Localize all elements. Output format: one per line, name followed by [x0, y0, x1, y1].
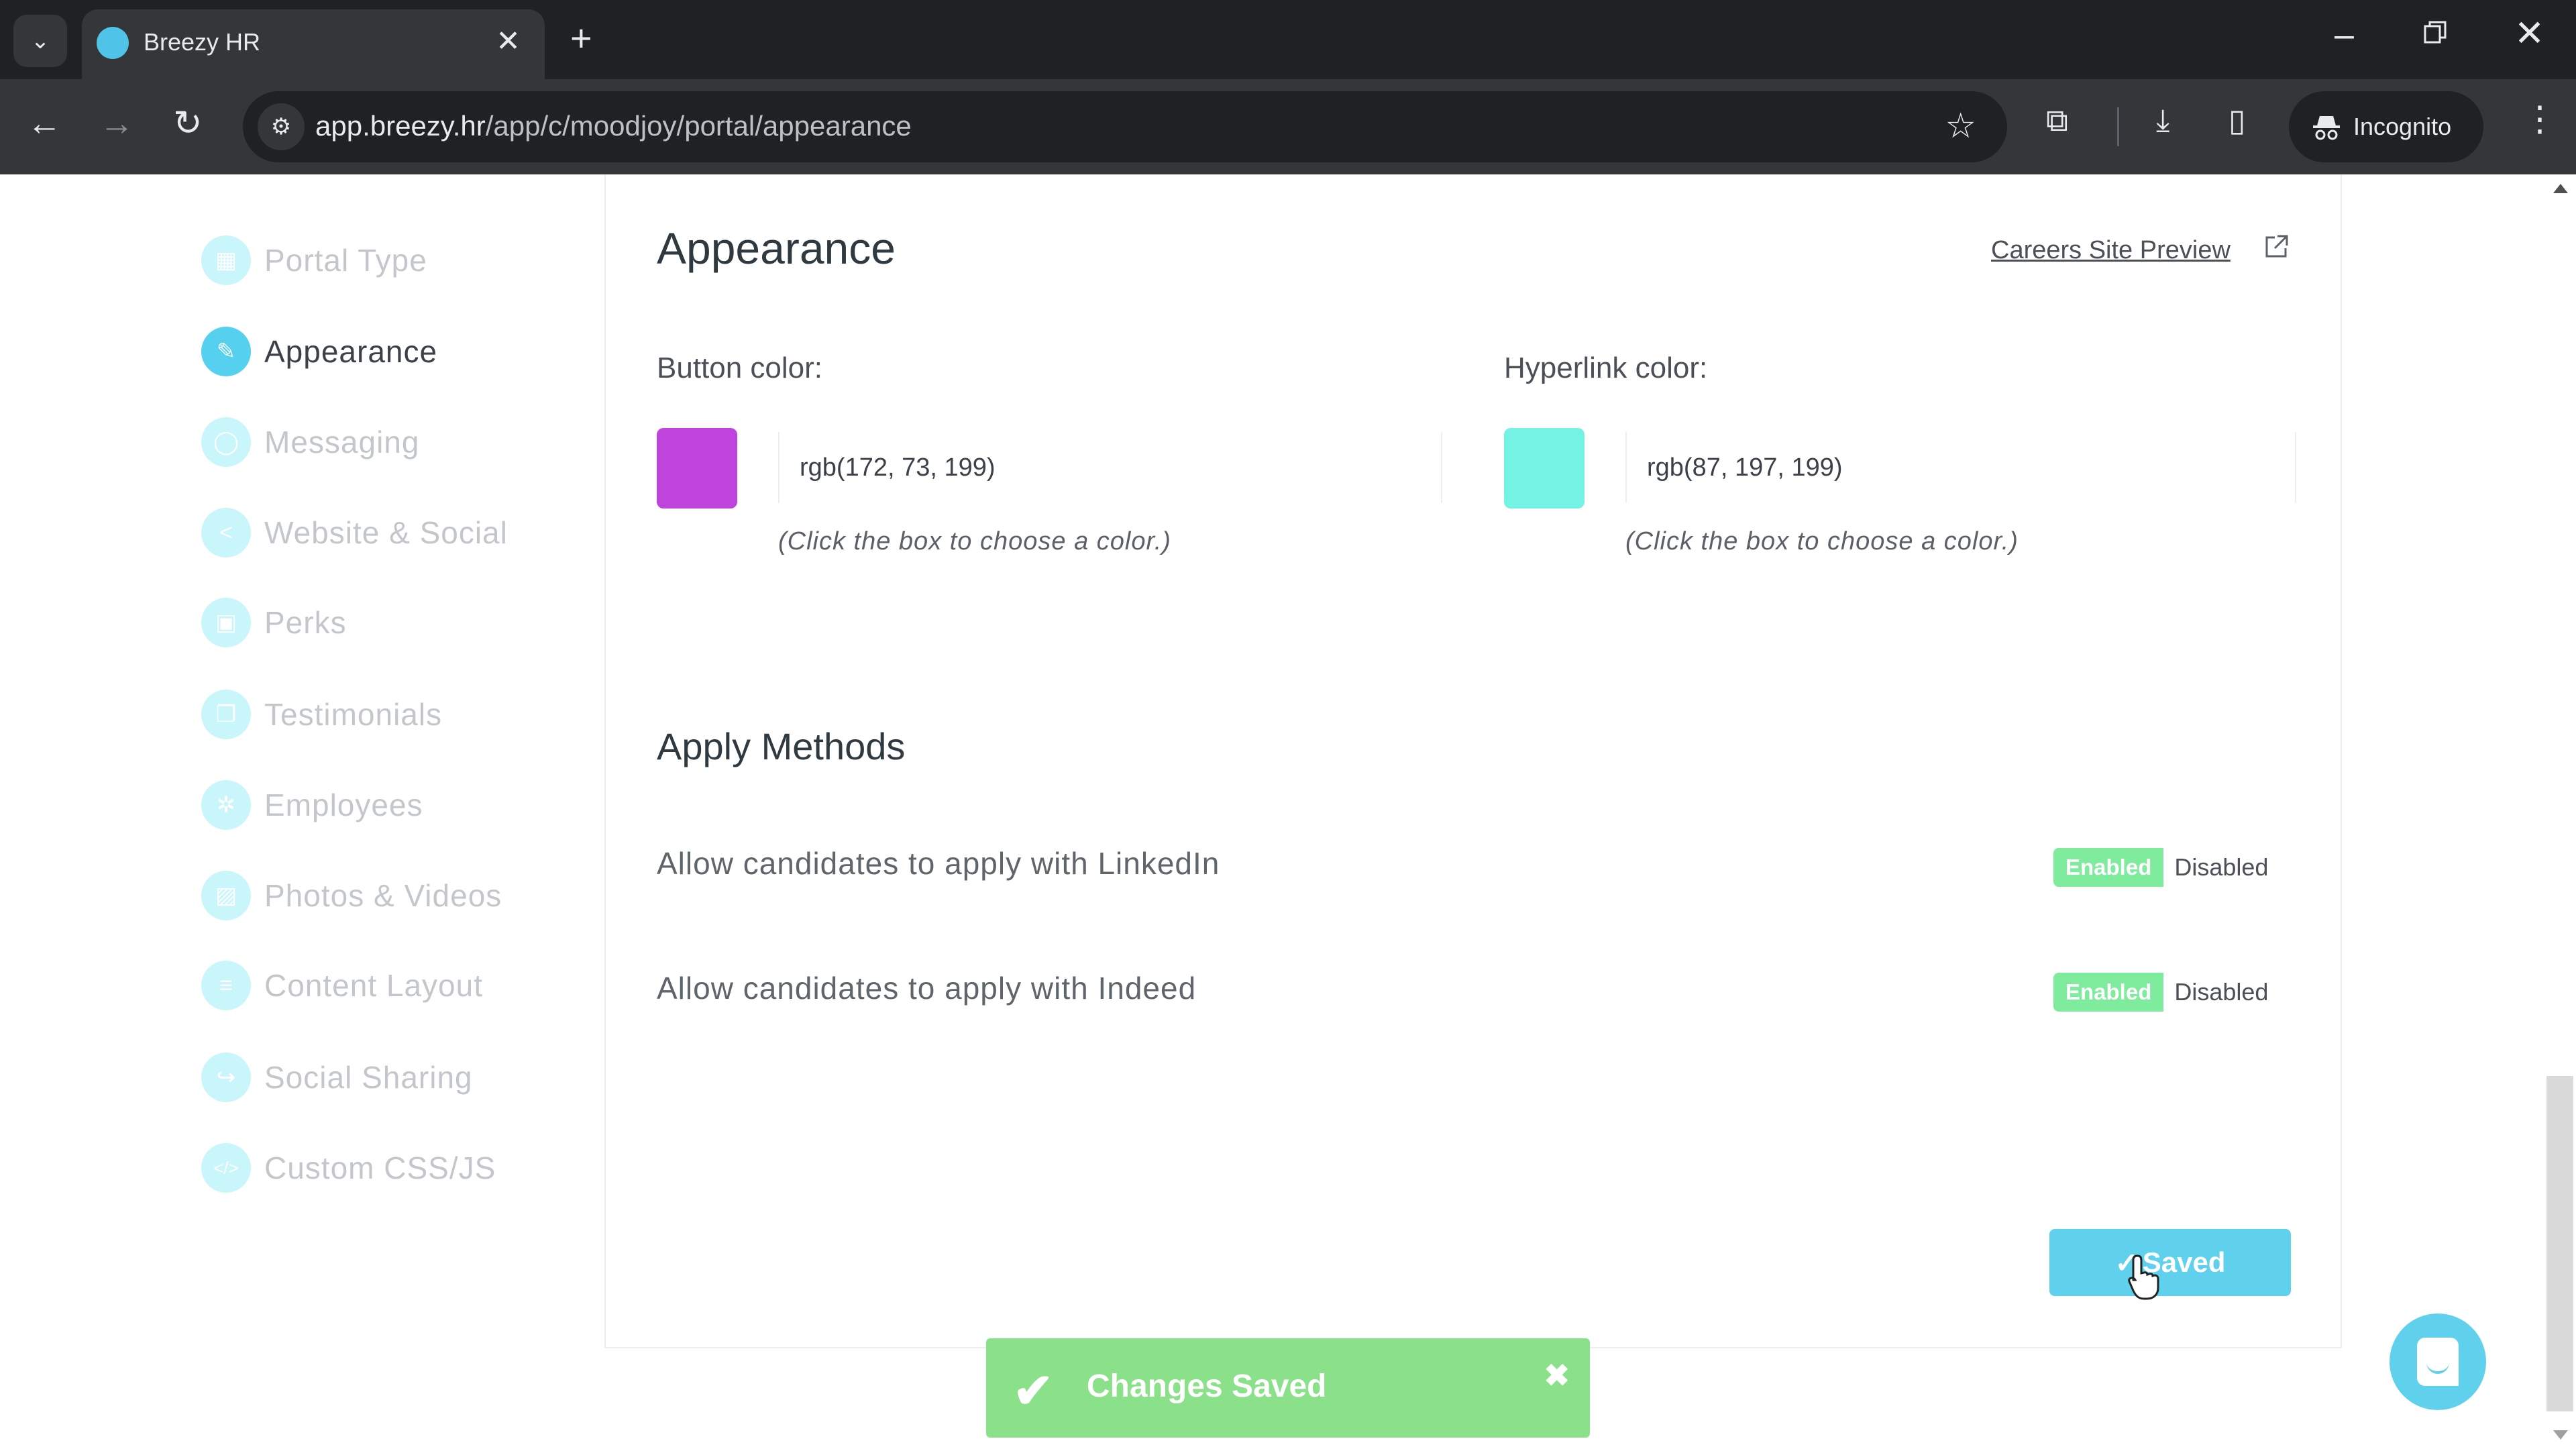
- apply-methods-heading: Apply Methods: [657, 725, 906, 767]
- puzzle-icon[interactable]: ⧉: [2046, 102, 2068, 140]
- sidebar-item-label: Content Layout: [264, 968, 484, 1003]
- more-vert-icon[interactable]: ⋮: [2522, 99, 2557, 140]
- arrow-right-icon[interactable]: →: [99, 103, 134, 144]
- sidebar-item-appearance[interactable]: ✎ Appearance: [201, 325, 437, 378]
- page-scrollbar[interactable]: [2544, 174, 2576, 1449]
- disabled-option[interactable]: Disabled: [2174, 978, 2268, 1006]
- close-icon[interactable]: ✖: [1544, 1357, 1570, 1393]
- sidebar-item-label: Photos & Videos: [264, 878, 502, 913]
- browser-tab-bar: ⌄ Breezy HR ✕ + – ✕: [0, 0, 2576, 79]
- sidebar-item-portal-type[interactable]: ▦ Portal Type: [201, 233, 427, 287]
- site-info-glyph: ⚙: [270, 114, 292, 140]
- star-icon[interactable]: ☆: [1945, 106, 1976, 146]
- hyperlink-color-input[interactable]: rgb(87, 197, 199): [1625, 432, 2296, 503]
- chat-icon: ◯: [201, 417, 251, 467]
- side-panel-icon[interactable]: ▯: [2229, 102, 2245, 138]
- hyperlink-color-swatch[interactable]: [1504, 428, 1585, 508]
- share-icon: <: [201, 508, 251, 557]
- page-title: Appearance: [657, 223, 896, 273]
- changes-saved-toast: ✔ Changes Saved ✖: [986, 1338, 1590, 1438]
- external-link-icon[interactable]: [2263, 233, 2290, 260]
- button-color-value: rgb(172, 73, 199): [800, 453, 996, 482]
- browser-tab[interactable]: Breezy HR ✕: [82, 9, 545, 79]
- url-text[interactable]: app.breezy.hr/app/c/moodjoy/portal/appea…: [315, 110, 912, 142]
- sidebar-item-perks[interactable]: ▣ Perks: [201, 596, 347, 649]
- apply-indeed-label: Allow candidates to apply with Indeed: [657, 971, 1197, 1006]
- close-icon[interactable]: ✕: [496, 24, 521, 58]
- sidebar-item-website-social[interactable]: < Website & Social: [201, 506, 508, 559]
- chat-launcher-button[interactable]: [2390, 1313, 2486, 1410]
- url-host: app.breezy.hr: [315, 110, 486, 142]
- saved-button[interactable]: ✓ Saved: [2049, 1229, 2291, 1296]
- gift-icon: ▣: [201, 598, 251, 647]
- table-icon: ▦: [201, 235, 251, 285]
- button-color-swatch[interactable]: [657, 428, 737, 508]
- hyperlink-color-label: Hyperlink color:: [1504, 352, 1708, 384]
- toolbar-divider: [2117, 107, 2119, 146]
- check-icon: ✔: [1013, 1364, 1054, 1418]
- sidebar-item-photos-videos[interactable]: ▨ Photos & Videos: [201, 869, 502, 922]
- page-content: ▦ Portal Type ✎ Appearance ◯ Messaging <…: [0, 174, 2576, 1449]
- comments-icon: ❐: [201, 690, 251, 739]
- sidebar-item-label: Website & Social: [264, 515, 508, 550]
- sidebar-item-label: Portal Type: [264, 243, 427, 278]
- disabled-option[interactable]: Disabled: [2174, 853, 2268, 881]
- sidebar-item-label: Custom CSS/JS: [264, 1150, 496, 1185]
- apply-linkedin-toggle: Enabled Disabled: [2053, 848, 2268, 887]
- sidebar-item-label: Employees: [264, 788, 423, 822]
- minimize-icon[interactable]: –: [2334, 15, 2354, 55]
- chat-icon: [2417, 1338, 2459, 1386]
- url-path: /app/c/moodjoy/portal/appearance: [485, 110, 912, 142]
- scroll-up-arrow-icon[interactable]: [2553, 184, 2568, 193]
- toast-message: Changes Saved: [1087, 1368, 1327, 1404]
- scrollbar-thumb[interactable]: [2546, 1076, 2573, 1411]
- restore-icon[interactable]: [2423, 20, 2447, 44]
- sidebar-item-employees[interactable]: ✲ Employees: [201, 778, 423, 832]
- sidebar-item-content-layout[interactable]: ≡ Content Layout: [201, 959, 483, 1012]
- button-color-input[interactable]: rgb(172, 73, 199): [778, 432, 1442, 503]
- hyperlink-color-value: rgb(87, 197, 199): [1647, 453, 1843, 482]
- apply-indeed-toggle: Enabled Disabled: [2053, 973, 2268, 1012]
- sidebar-item-social-sharing[interactable]: ↪ Social Sharing: [201, 1051, 473, 1104]
- plus-icon[interactable]: +: [570, 16, 592, 60]
- hyperlink-color-hint: (Click the box to choose a color.): [1625, 527, 2019, 555]
- button-color-label: Button color:: [657, 352, 823, 384]
- sidebar-item-label: Social Sharing: [264, 1060, 473, 1095]
- appearance-card: Appearance Careers Site Preview Button c…: [604, 174, 2342, 1348]
- users-icon: ✲: [201, 780, 251, 830]
- tune-icon[interactable]: ⚙: [258, 103, 305, 150]
- sidebar-item-messaging[interactable]: ◯ Messaging: [201, 415, 419, 469]
- tab-title: Breezy HR: [144, 28, 261, 56]
- sidebar-item-label: Appearance: [264, 334, 438, 369]
- scroll-down-arrow-icon[interactable]: [2553, 1430, 2568, 1440]
- reload-icon[interactable]: ↻: [173, 103, 203, 144]
- apply-linkedin-label: Allow candidates to apply with LinkedIn: [657, 846, 1220, 881]
- incognito-label: Incognito: [2353, 113, 2452, 140]
- incognito-icon: [2313, 116, 2340, 140]
- window-close-icon[interactable]: ✕: [2514, 12, 2544, 54]
- image-icon: ▨: [201, 871, 251, 920]
- careers-site-preview-link[interactable]: Careers Site Preview: [1991, 236, 2231, 265]
- code-icon: </>: [201, 1143, 251, 1193]
- download-icon[interactable]: ⤓: [2156, 102, 2169, 140]
- paintbrush-icon: ✎: [201, 327, 251, 376]
- browser-toolbar: ← → ↻ ⚙ app.breezy.hr/app/c/moodjoy/port…: [0, 79, 2576, 174]
- breezy-favicon-icon: [97, 27, 129, 59]
- incognito-badge[interactable]: Incognito: [2289, 91, 2483, 162]
- address-bar[interactable]: ⚙ app.breezy.hr/app/c/moodjoy/portal/app…: [243, 91, 2007, 162]
- sidebar-item-label: Perks: [264, 605, 347, 640]
- tab-search-button[interactable]: ⌄: [13, 15, 67, 67]
- arrow-left-icon[interactable]: ←: [27, 103, 62, 144]
- sidebar-item-testimonials[interactable]: ❐ Testimonials: [201, 688, 442, 741]
- sidebar-item-custom-css-js[interactable]: </> Custom CSS/JS: [201, 1141, 496, 1195]
- enabled-option[interactable]: Enabled: [2053, 973, 2164, 1012]
- hand-cursor-icon: [2128, 1254, 2159, 1300]
- sidebar-item-label: Testimonials: [264, 697, 443, 732]
- sidebar-item-label: Messaging: [264, 425, 420, 460]
- list-icon: ≡: [201, 961, 251, 1010]
- chevron-down-icon: ⌄: [30, 28, 50, 54]
- button-color-hint: (Click the box to choose a color.): [778, 527, 1171, 555]
- share-arrow-icon: ↪: [201, 1053, 251, 1102]
- enabled-option[interactable]: Enabled: [2053, 848, 2164, 887]
